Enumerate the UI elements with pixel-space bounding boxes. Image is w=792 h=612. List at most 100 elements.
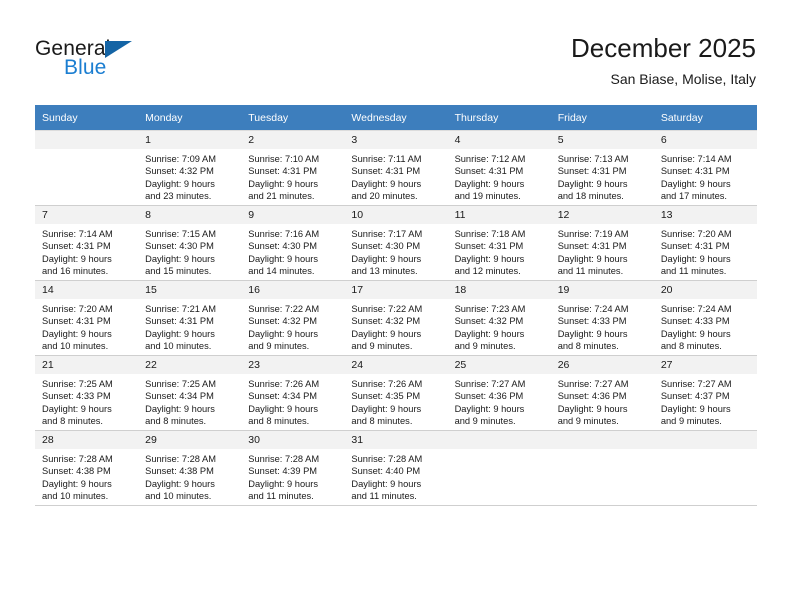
brand-name-blue: Blue [64, 56, 107, 79]
triangle-logo-icon [105, 41, 132, 58]
calendar-day-cell[interactable]: 7 Sunrise: 7:14 AM Sunset: 4:31 PM Daylight… [35, 205, 139, 281]
calendar-day-cell[interactable]: 30 Sunrise: 7:28 AM Sunset: 4:39 PM Dayligh… [241, 430, 345, 506]
detail-daylight-line1: Daylight: 9 hours [145, 328, 215, 339]
day-number: 26 [550, 356, 654, 374]
calendar-day-cell[interactable]: 23 Sunrise: 7:26 AM Sunset: 4:34 PM Dayligh… [241, 355, 345, 431]
detail-daylight-line2: and 11 minutes. [557, 266, 624, 277]
calendar-day-cell[interactable]: 15 Sunrise: 7:21 AM Sunset: 4:31 PM Dayligh… [138, 280, 242, 356]
weekday-header-saturday: Saturday [653, 105, 757, 131]
detail-daylight-line1: Daylight: 9 hours [351, 328, 422, 339]
day-details: Sunrise: 7:22 AM Sunset: 4:32 PM Daylight:… [344, 299, 447, 353]
calendar-day-cell[interactable]: 20 Sunrise: 7:24 AM Sunset: 4:33 PM Dayligh… [653, 280, 757, 356]
calendar-cell-inner: 5 Sunrise: 7:13 AM Sunset: 4:31 PM Daylight… [550, 131, 654, 205]
detail-sunrise: Sunrise: 7:23 AM [454, 304, 526, 314]
detail-sunset: Sunset: 4:31 PM [454, 241, 524, 252]
detail-daylight-line1: Daylight: 9 hours [145, 403, 215, 414]
calendar-day-cell[interactable]: 10 Sunrise: 7:17 AM Sunset: 4:30 PM Dayligh… [344, 205, 448, 281]
calendar-cell-inner: 26 Sunrise: 7:27 AM Sunset: 4:36 PM Dayligh… [550, 356, 654, 430]
calendar-day-cell[interactable]: 5 Sunrise: 7:13 AM Sunset: 4:31 PM Daylight… [550, 130, 654, 206]
calendar-cell-inner [653, 431, 757, 505]
calendar-week-row: 14 Sunrise: 7:20 AM Sunset: 4:31 PM Dayligh… [35, 280, 757, 356]
calendar-cell-empty [653, 430, 757, 506]
calendar-day-cell[interactable]: 21 Sunrise: 7:25 AM Sunset: 4:33 PM Dayligh… [35, 355, 139, 431]
calendar-week-row: 28 Sunrise: 7:28 AM Sunset: 4:38 PM Dayligh… [35, 430, 757, 506]
detail-sunset: Sunset: 4:38 PM [42, 466, 111, 477]
detail-daylight-line1: Daylight: 9 hours [248, 253, 319, 264]
calendar-day-cell[interactable]: 28 Sunrise: 7:28 AM Sunset: 4:38 PM Dayligh… [35, 430, 139, 506]
detail-daylight-line2: and 15 minutes. [145, 266, 212, 277]
calendar-cell-inner: 6 Sunrise: 7:14 AM Sunset: 4:31 PM Daylight… [653, 131, 757, 205]
calendar-cell-inner: 3 Sunrise: 7:11 AM Sunset: 4:31 PM Daylight… [344, 131, 448, 205]
detail-daylight-line2: and 17 minutes. [660, 191, 727, 202]
calendar-day-cell[interactable]: 6 Sunrise: 7:14 AM Sunset: 4:31 PM Daylight… [653, 130, 757, 206]
detail-daylight-line1: Daylight: 9 hours [145, 478, 215, 489]
detail-daylight-line2: and 9 minutes. [248, 341, 310, 352]
detail-daylight-line2: and 8 minutes. [660, 341, 722, 352]
day-details: Sunrise: 7:21 AM Sunset: 4:31 PM Daylight:… [138, 299, 241, 353]
detail-daylight-line2: and 8 minutes. [248, 416, 310, 427]
detail-sunset: Sunset: 4:31 PM [351, 166, 421, 177]
day-number: 28 [35, 431, 139, 449]
day-number [35, 131, 139, 149]
day-details: Sunrise: 7:14 AM Sunset: 4:31 PM Daylight:… [35, 224, 138, 278]
detail-sunset: Sunset: 4:31 PM [42, 316, 111, 327]
calendar-day-cell[interactable]: 29 Sunrise: 7:28 AM Sunset: 4:38 PM Dayligh… [138, 430, 242, 506]
calendar-cell-inner: 25 Sunrise: 7:27 AM Sunset: 4:36 PM Dayligh… [447, 356, 551, 430]
detail-daylight-line2: and 10 minutes. [145, 341, 212, 352]
calendar-cell-inner: 8 Sunrise: 7:15 AM Sunset: 4:30 PM Daylight… [138, 206, 242, 280]
calendar-cell-inner: 16 Sunrise: 7:22 AM Sunset: 4:32 PM Dayligh… [241, 281, 345, 355]
detail-daylight-line2: and 11 minutes. [248, 491, 314, 502]
brand-logo[interactable]: General Blue [35, 38, 295, 88]
detail-daylight-line1: Daylight: 9 hours [145, 253, 215, 264]
calendar-day-cell[interactable]: 13 Sunrise: 7:20 AM Sunset: 4:31 PM Dayligh… [653, 205, 757, 281]
detail-sunrise: Sunrise: 7:10 AM [248, 154, 320, 164]
detail-sunset: Sunset: 4:31 PM [557, 241, 627, 252]
day-number: 7 [35, 206, 139, 224]
detail-daylight-line1: Daylight: 9 hours [248, 328, 319, 339]
calendar-day-cell[interactable]: 4 Sunrise: 7:12 AM Sunset: 4:31 PM Daylight… [447, 130, 551, 206]
day-number [550, 431, 654, 449]
detail-daylight-line1: Daylight: 9 hours [351, 253, 422, 264]
day-details: Sunrise: 7:27 AM Sunset: 4:37 PM Daylight:… [654, 374, 757, 428]
calendar-day-cell[interactable]: 17 Sunrise: 7:22 AM Sunset: 4:32 PM Dayligh… [344, 280, 448, 356]
calendar-day-cell[interactable]: 8 Sunrise: 7:15 AM Sunset: 4:30 PM Daylight… [138, 205, 242, 281]
detail-daylight-line2: and 8 minutes. [42, 416, 103, 427]
calendar-day-cell[interactable]: 11 Sunrise: 7:18 AM Sunset: 4:31 PM Dayligh… [447, 205, 551, 281]
day-number: 22 [138, 356, 242, 374]
calendar-day-cell[interactable]: 2 Sunrise: 7:10 AM Sunset: 4:31 PM Daylight… [241, 130, 345, 206]
calendar-day-cell[interactable]: 1 Sunrise: 7:09 AM Sunset: 4:32 PM Daylight… [138, 130, 242, 206]
calendar-day-cell[interactable]: 12 Sunrise: 7:19 AM Sunset: 4:31 PM Dayligh… [550, 205, 654, 281]
calendar-day-cell[interactable]: 9 Sunrise: 7:16 AM Sunset: 4:30 PM Daylight… [241, 205, 345, 281]
calendar-day-cell[interactable]: 25 Sunrise: 7:27 AM Sunset: 4:36 PM Dayligh… [447, 355, 551, 431]
calendar-day-cell[interactable]: 22 Sunrise: 7:25 AM Sunset: 4:34 PM Dayligh… [138, 355, 242, 431]
detail-sunset: Sunset: 4:33 PM [660, 316, 730, 327]
detail-daylight-line2: and 20 minutes. [351, 191, 418, 202]
day-details: Sunrise: 7:28 AM Sunset: 4:40 PM Daylight:… [344, 449, 447, 503]
calendar-day-cell[interactable]: 27 Sunrise: 7:27 AM Sunset: 4:37 PM Dayligh… [653, 355, 757, 431]
day-details: Sunrise: 7:15 AM Sunset: 4:30 PM Daylight:… [138, 224, 241, 278]
day-details: Sunrise: 7:17 AM Sunset: 4:30 PM Daylight:… [344, 224, 447, 278]
calendar-cell-inner: 24 Sunrise: 7:26 AM Sunset: 4:35 PM Dayligh… [344, 356, 448, 430]
day-number: 1 [138, 131, 242, 149]
calendar-week-row: 1 Sunrise: 7:09 AM Sunset: 4:32 PM Daylight… [35, 130, 757, 206]
detail-sunset: Sunset: 4:33 PM [557, 316, 627, 327]
calendar-day-cell[interactable]: 26 Sunrise: 7:27 AM Sunset: 4:36 PM Dayligh… [550, 355, 654, 431]
detail-daylight-line1: Daylight: 9 hours [42, 253, 112, 264]
calendar-day-cell[interactable]: 19 Sunrise: 7:24 AM Sunset: 4:33 PM Dayligh… [550, 280, 654, 356]
calendar-day-cell[interactable]: 18 Sunrise: 7:23 AM Sunset: 4:32 PM Dayligh… [447, 280, 551, 356]
detail-sunset: Sunset: 4:34 PM [145, 391, 214, 402]
calendar-day-cell[interactable]: 3 Sunrise: 7:11 AM Sunset: 4:31 PM Daylight… [344, 130, 448, 206]
day-number: 20 [653, 281, 757, 299]
detail-daylight-line1: Daylight: 9 hours [248, 478, 319, 489]
day-number: 30 [241, 431, 345, 449]
calendar-day-cell[interactable]: 24 Sunrise: 7:26 AM Sunset: 4:35 PM Dayligh… [344, 355, 448, 431]
detail-sunset: Sunset: 4:32 PM [351, 316, 421, 327]
calendar-day-cell[interactable]: 31 Sunrise: 7:28 AM Sunset: 4:40 PM Dayligh… [344, 430, 448, 506]
calendar-day-cell[interactable]: 14 Sunrise: 7:20 AM Sunset: 4:31 PM Dayligh… [35, 280, 139, 356]
detail-sunrise: Sunrise: 7:15 AM [145, 229, 216, 239]
detail-daylight-line2: and 10 minutes. [42, 341, 109, 352]
calendar-day-cell[interactable]: 16 Sunrise: 7:22 AM Sunset: 4:32 PM Dayligh… [241, 280, 345, 356]
day-number: 12 [550, 206, 654, 224]
day-number: 10 [344, 206, 448, 224]
detail-sunset: Sunset: 4:36 PM [557, 391, 627, 402]
